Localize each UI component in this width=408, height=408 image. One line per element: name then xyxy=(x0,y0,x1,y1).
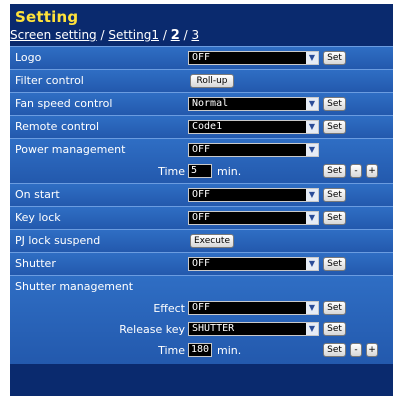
release-key-label: Release key xyxy=(119,323,185,336)
on-start-select-value: OFF xyxy=(192,189,211,200)
shutter-select[interactable]: OFF ▼ xyxy=(188,257,319,271)
shutter-time-set-button[interactable]: Set xyxy=(323,343,346,357)
power-management-label: Power management xyxy=(15,143,126,156)
shutter-label: Shutter xyxy=(15,257,56,270)
power-time-increment-button[interactable]: + xyxy=(366,164,378,178)
shutter-time-input[interactable]: 180 xyxy=(188,343,212,357)
fan-speed-set-button[interactable]: Set xyxy=(323,97,346,111)
chevron-down-icon: ▼ xyxy=(306,121,318,133)
breadcrumb-setting1[interactable]: Setting1 xyxy=(108,28,159,42)
chevron-down-icon: ▼ xyxy=(306,302,318,314)
chevron-down-icon: ▼ xyxy=(306,98,318,110)
chevron-down-icon: ▼ xyxy=(306,212,318,224)
fan-speed-select[interactable]: Normal ▼ xyxy=(188,97,319,111)
release-key-set-button[interactable]: Set xyxy=(323,322,346,336)
shutter-management-label: Shutter management xyxy=(15,280,134,293)
breadcrumb-separator: / xyxy=(183,28,188,42)
effect-select-value: OFF xyxy=(192,302,211,313)
shutter-set-button[interactable]: Set xyxy=(323,257,346,271)
remote-control-select[interactable]: Code1 ▼ xyxy=(188,120,319,134)
on-start-set-button[interactable]: Set xyxy=(323,188,346,202)
effect-label: Effect xyxy=(153,302,185,315)
shutter-select-value: OFF xyxy=(192,258,211,269)
release-key-select-value: SHUTTER xyxy=(192,323,235,334)
breadcrumb-page-2: 2 xyxy=(170,28,180,43)
chevron-down-icon: ▼ xyxy=(306,258,318,270)
pj-lock-suspend-label: PJ lock suspend xyxy=(15,234,101,247)
effect-select[interactable]: OFF ▼ xyxy=(188,301,319,315)
chevron-down-icon: ▼ xyxy=(306,189,318,201)
row-power-management: Power management OFF ▼ Time 5 min. Set -… xyxy=(10,138,393,183)
row-shutter-management: Shutter management Effect OFF ▼ Set Rele… xyxy=(10,275,393,364)
fan-speed-label: Fan speed control xyxy=(15,97,113,110)
remote-control-select-value: Code1 xyxy=(192,121,223,132)
row-filter-control: Filter control Roll-up xyxy=(10,69,393,92)
power-management-select[interactable]: OFF ▼ xyxy=(188,143,319,157)
remote-control-set-button[interactable]: Set xyxy=(323,120,346,134)
page-title: Setting xyxy=(15,8,79,26)
on-start-label: On start xyxy=(15,188,60,201)
fan-speed-select-value: Normal xyxy=(192,98,229,109)
power-time-decrement-button[interactable]: - xyxy=(350,164,362,178)
power-time-input[interactable]: 5 xyxy=(188,164,212,178)
key-lock-set-button[interactable]: Set xyxy=(323,211,346,225)
power-management-select-value: OFF xyxy=(192,144,211,155)
row-on-start: On start OFF ▼ Set xyxy=(10,183,393,206)
row-remote-control: Remote control Code1 ▼ Set xyxy=(10,115,393,138)
effect-set-button[interactable]: Set xyxy=(323,301,346,315)
power-time-set-button[interactable]: Set xyxy=(323,164,346,178)
roll-up-button[interactable]: Roll-up xyxy=(190,74,234,88)
key-lock-select-value: OFF xyxy=(192,212,211,223)
key-lock-label: Key lock xyxy=(15,211,61,224)
shutter-time-label: Time xyxy=(158,344,185,357)
execute-button[interactable]: Execute xyxy=(190,234,234,248)
shutter-time-decrement-button[interactable]: - xyxy=(350,343,362,357)
row-logo: Logo OFF ▼ Set xyxy=(10,46,393,69)
breadcrumb: Screen setting / Setting1 / 2 / 3 xyxy=(10,28,393,46)
on-start-select[interactable]: OFF ▼ xyxy=(188,188,319,202)
row-fan-speed-control: Fan speed control Normal ▼ Set xyxy=(10,92,393,115)
power-time-label: Time xyxy=(158,165,185,178)
row-shutter: Shutter OFF ▼ Set xyxy=(10,252,393,275)
row-key-lock: Key lock OFF ▼ Set xyxy=(10,206,393,229)
logo-set-button[interactable]: Set xyxy=(323,51,346,65)
settings-panel: Setting Screen setting / Setting1 / 2 / … xyxy=(10,4,393,396)
row-pj-lock-suspend: PJ lock suspend Execute xyxy=(10,229,393,252)
chevron-down-icon: ▼ xyxy=(306,323,318,335)
logo-select-value: OFF xyxy=(192,52,211,63)
logo-label: Logo xyxy=(15,51,42,64)
remote-control-label: Remote control xyxy=(15,120,100,133)
breadcrumb-separator: / xyxy=(100,28,105,42)
filter-control-label: Filter control xyxy=(15,74,84,87)
breadcrumb-page-3[interactable]: 3 xyxy=(191,28,199,42)
shutter-time-increment-button[interactable]: + xyxy=(366,343,378,357)
chevron-down-icon: ▼ xyxy=(306,144,318,156)
logo-select[interactable]: OFF ▼ xyxy=(188,51,319,65)
key-lock-select[interactable]: OFF ▼ xyxy=(188,211,319,225)
shutter-time-unit: min. xyxy=(217,344,242,357)
breadcrumb-screen-setting[interactable]: Screen setting xyxy=(10,28,97,42)
chevron-down-icon: ▼ xyxy=(306,52,318,64)
release-key-select[interactable]: SHUTTER ▼ xyxy=(188,322,319,336)
settings-rows: Logo OFF ▼ Set Filter control Roll-up Fa… xyxy=(10,46,393,364)
power-time-unit: min. xyxy=(217,165,242,178)
breadcrumb-separator: / xyxy=(162,28,167,42)
